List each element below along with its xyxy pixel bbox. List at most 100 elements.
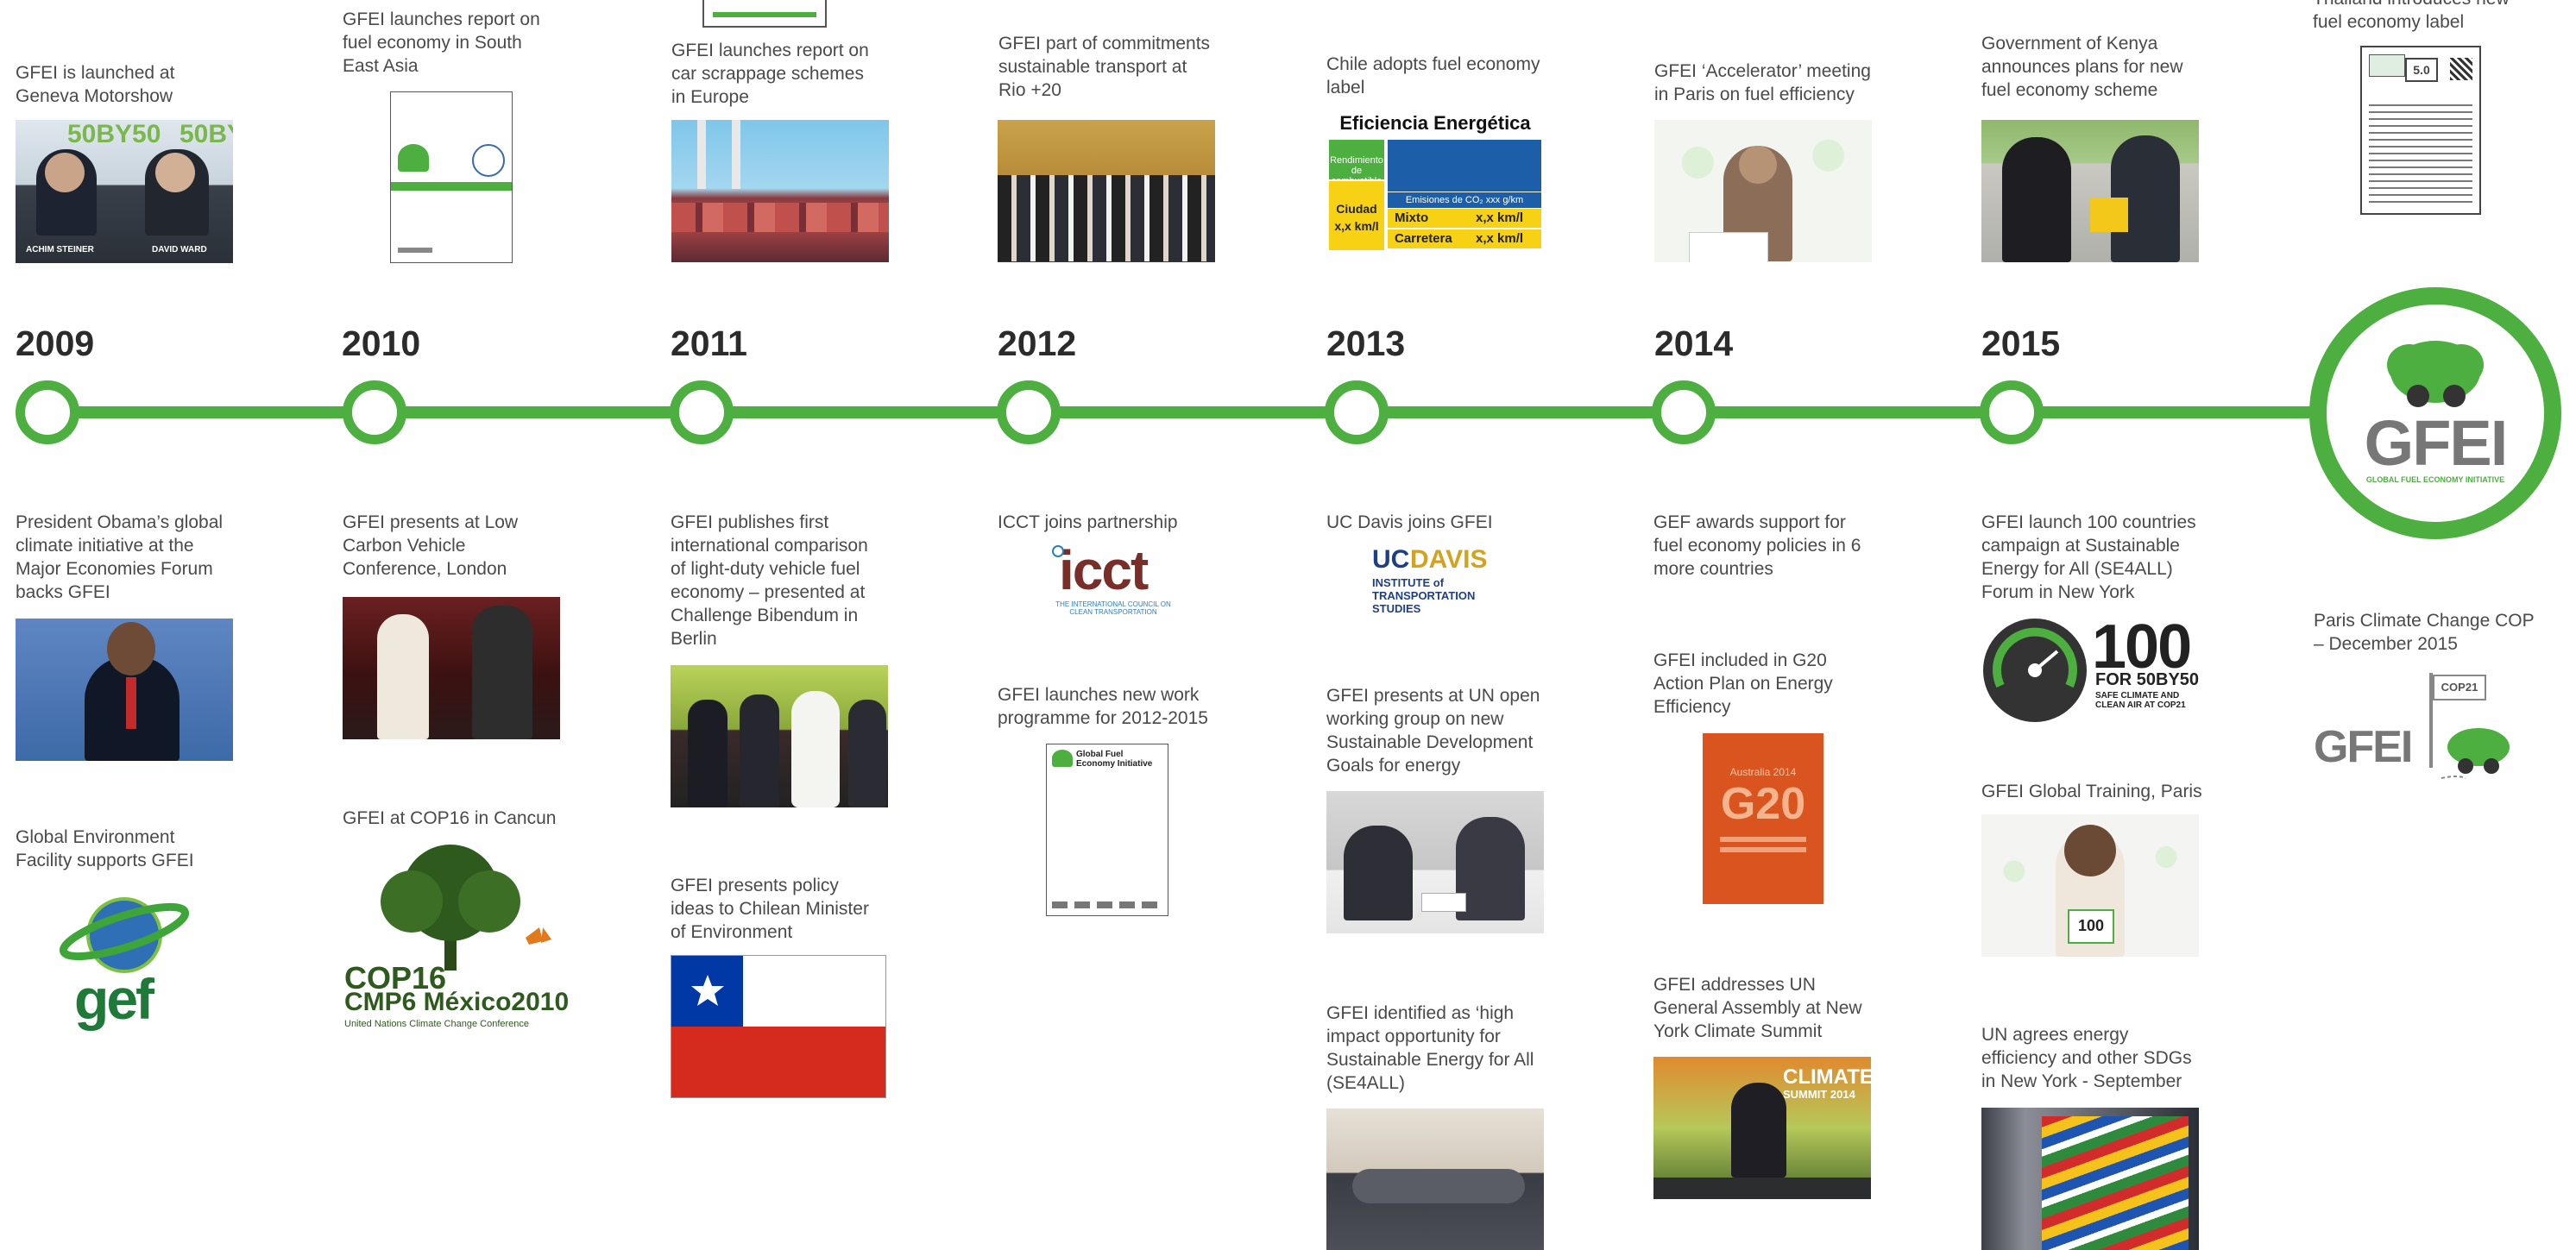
year-2015: 2015: [1981, 323, 2061, 363]
person-un-right: [1456, 817, 1525, 920]
caption-2009-gef: Global Environment Facility supports GFE…: [16, 827, 194, 870]
year-2012: 2012: [998, 323, 1077, 363]
timeline-node-2014: [1652, 380, 1716, 444]
person-conference-left: [377, 614, 429, 739]
icct-dot-icon: [1052, 545, 1064, 557]
yellow-document: [2090, 198, 2128, 232]
timeline-node-2015: [1980, 380, 2044, 444]
year-2014: 2014: [1654, 323, 1734, 363]
timeline-node-2013: [1325, 380, 1389, 444]
name-card-left: ACHIM STEINER: [26, 245, 94, 254]
caption-2015-training: GFEI Global Training, Paris: [1981, 782, 2202, 801]
thai-label-qr-icon: [2450, 58, 2472, 80]
obama-tie: [126, 677, 136, 729]
chile-flag: [671, 955, 886, 1098]
photo-un-working-group: [1326, 791, 1544, 933]
obama-face: [107, 622, 155, 675]
timeline-node-2010: [343, 380, 406, 444]
campaign-100-subtitle: FOR 50BY50: [2095, 670, 2200, 689]
caption-2013-ucdavis: UC Davis joins GFEI: [1326, 512, 1493, 532]
timeline-node-2012: [997, 380, 1061, 444]
work-programme-title: Global Fuel Economy Initiative: [1076, 750, 1153, 769]
photo-challenge-bibendum: [671, 665, 888, 807]
g20-line-1: [1720, 837, 1806, 842]
photo-kenya-announcement: [1981, 120, 2199, 262]
chimney-1: [697, 120, 706, 189]
photo-global-training: 100: [1981, 814, 2199, 957]
year-2010: 2010: [342, 323, 421, 363]
thailand-fuel-label: 5.0: [2360, 46, 2481, 215]
group-people: [998, 175, 1215, 261]
cmp6-text: CMP6 México2010: [344, 988, 570, 1016]
climate-summit-year: SUMMIT 2014: [1783, 1088, 1855, 1101]
report-seal-icon: [472, 144, 505, 177]
speaker-accelerator-face: [1739, 146, 1777, 184]
label-ciudad-value: x,x km/l: [1334, 219, 1379, 233]
chile-flag-red: [671, 1027, 885, 1097]
gef-globe-icon: [59, 897, 190, 973]
caption-2015-kenya: Government of Kenya announces plans for …: [1981, 34, 2183, 100]
thai-label-value: 5.0: [2405, 58, 2438, 82]
caption-paris-cop21: Paris Climate Change COP – December 2015: [2314, 611, 2535, 654]
climate-summit-text: CLIMATE: [1783, 1065, 1871, 1089]
caption-2014-un-general-assembly: GFEI addresses UN General Assembly at Ne…: [1653, 975, 1862, 1041]
person-bibendum-3: [848, 700, 886, 807]
caption-2013-chile-label: Chile adopts fuel economy label: [1326, 54, 1540, 97]
un-podium: [1653, 1178, 1871, 1199]
work-programme-traffic-photo: [1052, 782, 1162, 896]
podium-sign: [1689, 232, 1768, 262]
cop21-flag: COP21: [2433, 675, 2486, 700]
caption-2012-work-programme: GFEI launches new work programme for 201…: [998, 685, 1208, 728]
photo-car-scrappage: [671, 120, 889, 262]
label-carretera-value: x,x km/l: [1476, 231, 1524, 246]
label-ciudad: Ciudad: [1336, 202, 1377, 216]
michelin-man: [791, 691, 840, 807]
label-ciudad-box: [1329, 181, 1384, 250]
name-card-right: DAVID WARD: [152, 245, 207, 254]
label-title: Eficiencia Energética: [1339, 112, 1531, 134]
report-green-band: [391, 182, 512, 191]
icct-logo-text: icct: [1059, 539, 1149, 601]
photo-un-flags: [1981, 1108, 2199, 1250]
caption-thailand-label: Thailand introduces new fuel economy lab…: [2313, 0, 2510, 32]
report-gfei-logo-icon: [398, 144, 429, 172]
report-cover-sea: [390, 91, 513, 263]
work-programme-cover: Global Fuel Economy Initiative: [1046, 744, 1168, 916]
nameplate: [1421, 893, 1466, 912]
report-cover-scrappage: [702, 0, 827, 28]
photo-obama: [16, 619, 233, 761]
campaign-100-logo: 100 FOR 50BY50 SAFE CLIMATE AND CLEAN AI…: [1981, 612, 2206, 724]
year-2011: 2011: [671, 323, 747, 363]
cop21-gfei-text: GFEI: [2314, 722, 2413, 772]
cop16-subtitle: United Nations Climate Change Conference: [344, 1019, 530, 1029]
photo-se4all-meeting: [1326, 1109, 1544, 1250]
speaker-un: [1731, 1083, 1786, 1178]
photo-climate-summit: CLIMATE SUMMIT 2014: [1653, 1057, 1871, 1199]
report-footer-logos: [398, 248, 432, 253]
chile-fuel-label: Eficiencia Energética Rendimiento de com…: [1327, 112, 1543, 253]
person-conference-right: [472, 606, 532, 739]
gfei-car-icon: [2441, 728, 2510, 779]
caption-2011-scrappage: GFEI launches report on car scrappage sc…: [671, 41, 869, 107]
flags-row: [2042, 1116, 2189, 1250]
timeline-node-2011: [670, 380, 734, 444]
meeting-table: [1352, 1169, 1525, 1203]
icct-logo: icct THE INTERNATIONAL COUNCIL ON CLEAN …: [1049, 539, 1178, 616]
gfei-end-node: GFEI GLOBAL FUEL ECONOMY INITIATIVE: [2309, 287, 2561, 539]
photo-accelerator-meeting: [1654, 120, 1872, 262]
icct-subtitle: THE INTERNATIONAL COUNCIL ON CLEAN TRANS…: [1055, 600, 1171, 616]
caption-2010-cop16: GFEI at COP16 in Cancun: [343, 808, 557, 828]
year-2013: 2013: [1326, 323, 1406, 363]
label-mixto-value: x,x km/l: [1476, 210, 1524, 225]
g20-line-2: [1720, 847, 1806, 852]
caption-2010-sea-report: GFEI launches report on fuel economy in …: [343, 9, 540, 76]
label-emisiones: Emisiones de CO₂ xxx g/km: [1388, 192, 1541, 208]
g20-logo-text: G20: [1720, 779, 1806, 829]
photo-geneva-motorshow: 50BY50 50BY50 ACHIM STEINER DAVID WARD: [16, 120, 233, 263]
gef-logo: gef: [57, 883, 195, 1032]
label-carretera: Carretera: [1395, 231, 1452, 246]
person-bibendum-1: [688, 700, 727, 807]
caption-2009-launch: GFEI is launched at Geneva Motorshow: [16, 63, 175, 106]
label-blue-box: [1388, 140, 1541, 192]
timeline-node-2009: [16, 380, 79, 444]
